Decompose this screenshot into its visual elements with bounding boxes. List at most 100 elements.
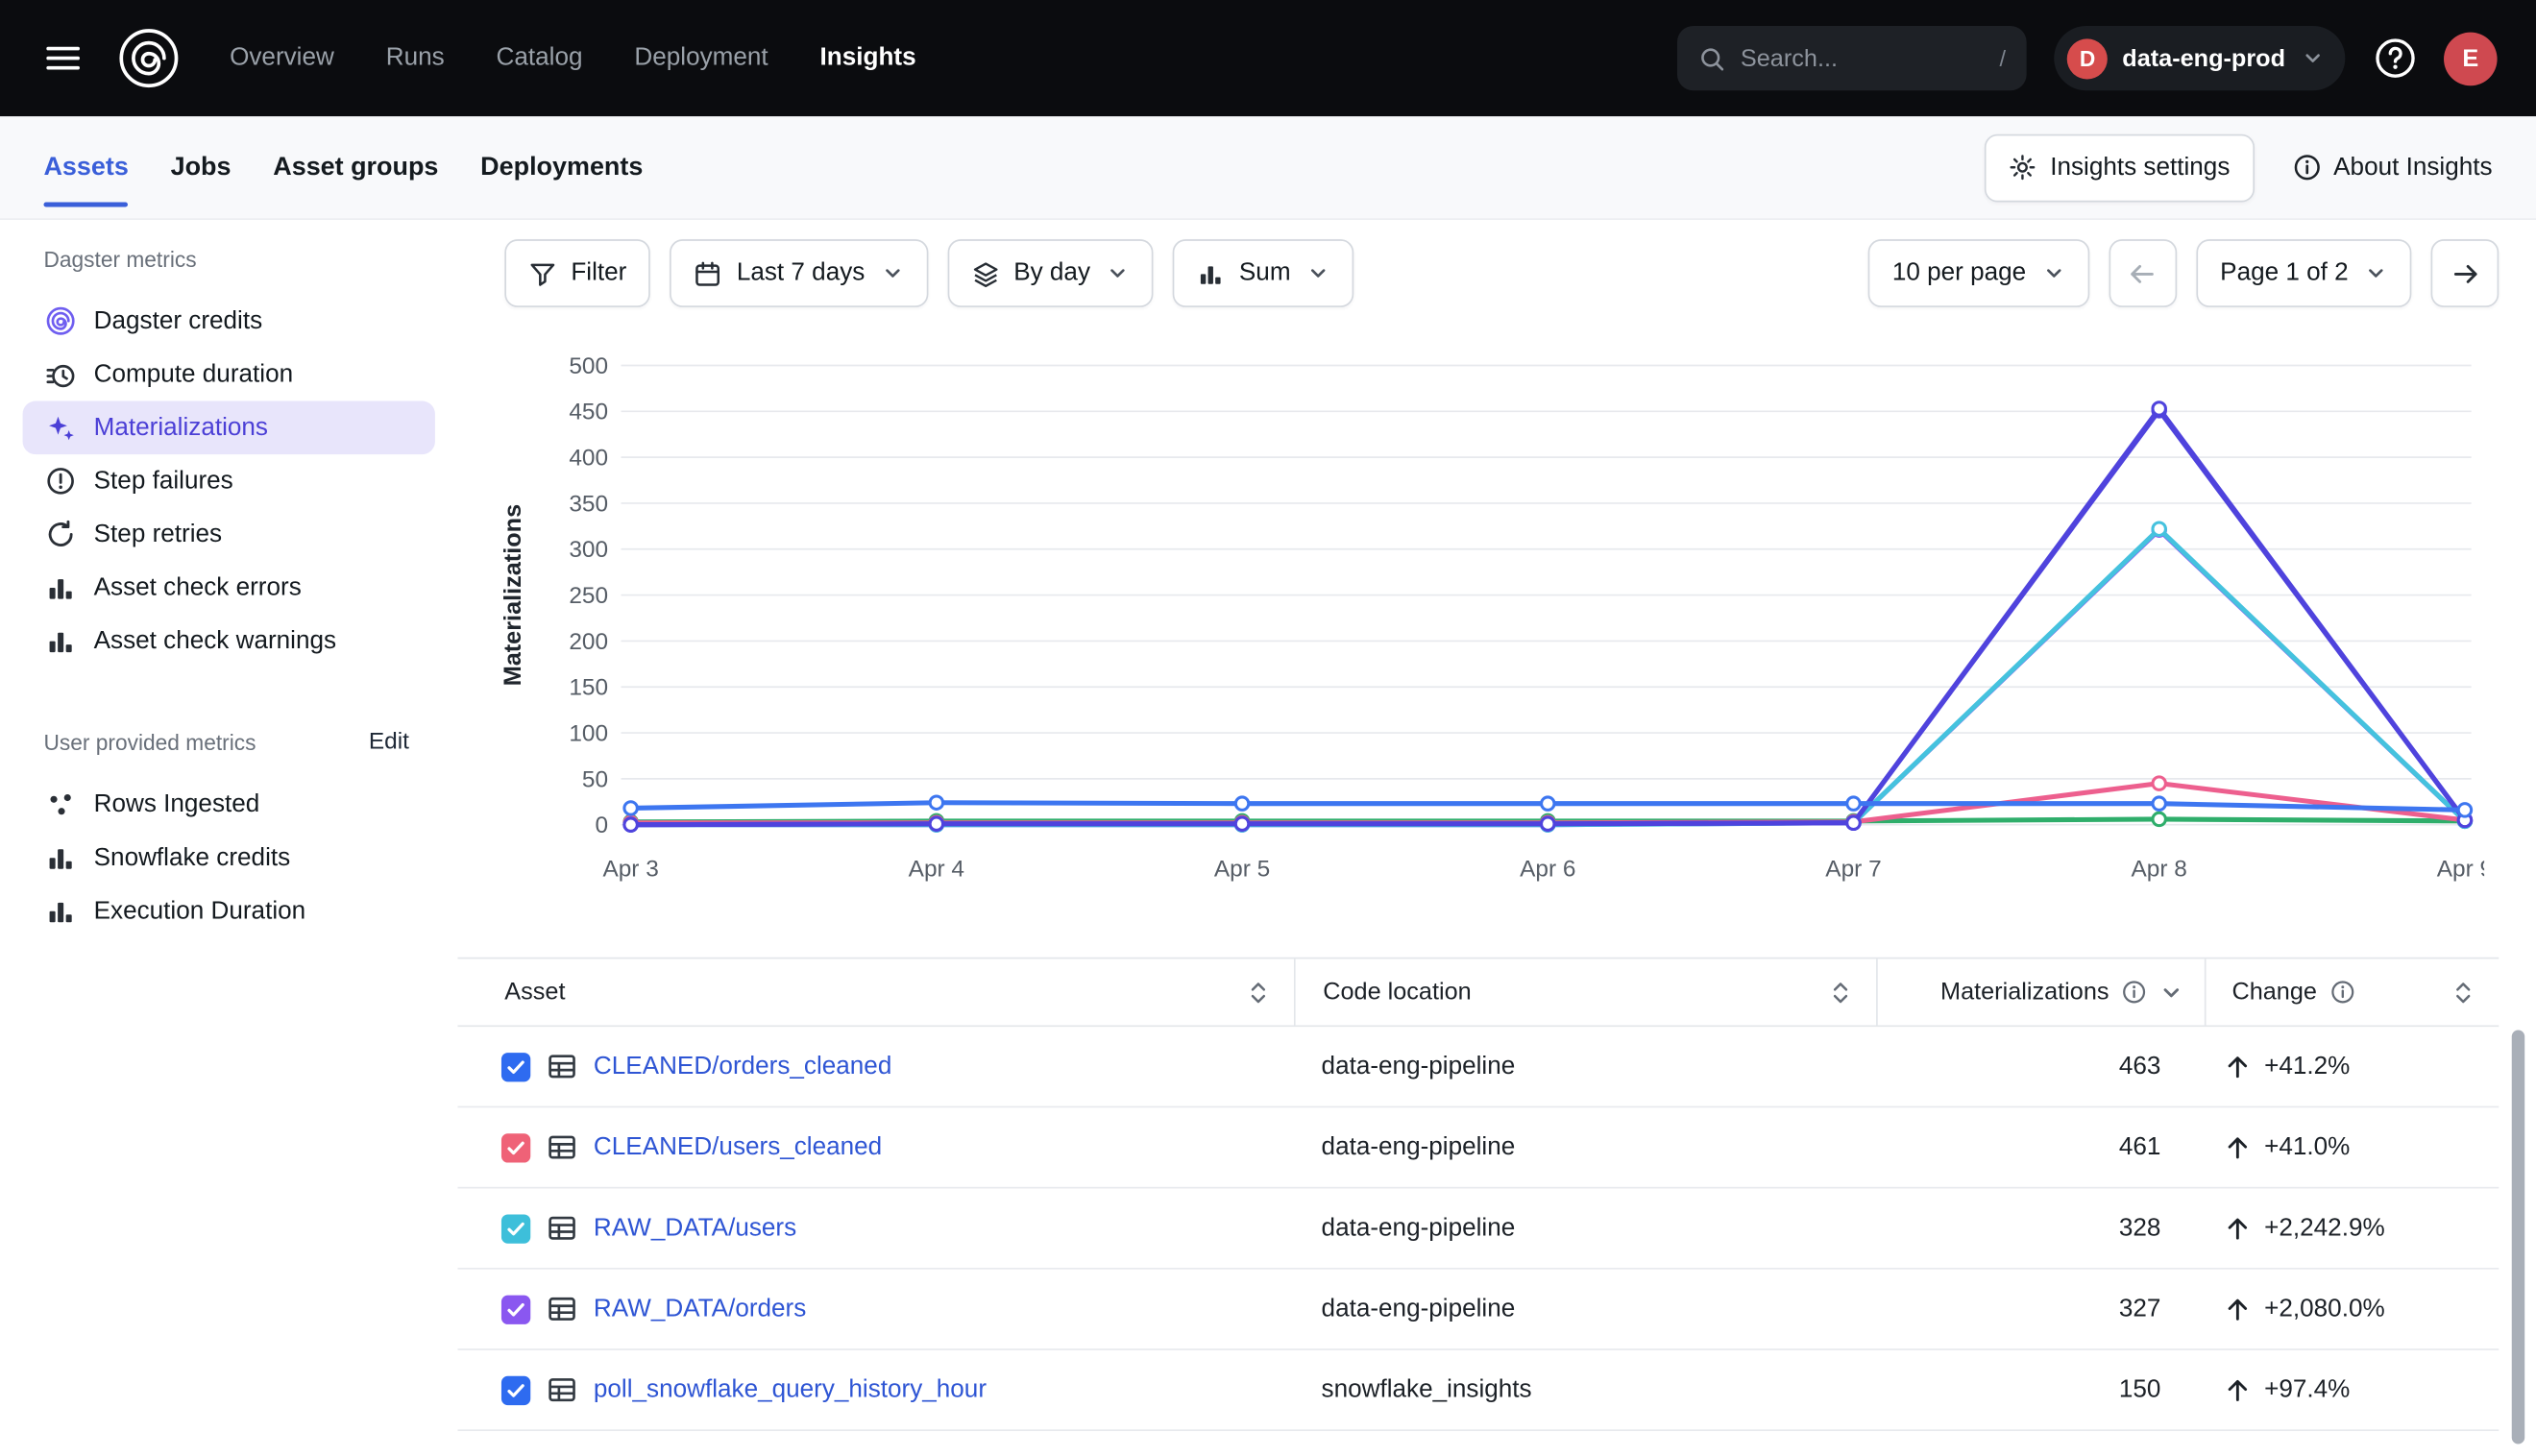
about-insights-link[interactable]: About Insights — [2293, 153, 2492, 182]
sidebar-item-materializations[interactable]: Materializations — [23, 401, 435, 455]
sidebar-item-execution-duration[interactable]: Execution Duration — [23, 885, 435, 938]
calendar-icon — [695, 259, 722, 287]
svg-text:100: 100 — [569, 720, 608, 746]
code-location-cell: data-eng-pipeline — [1294, 1214, 1876, 1243]
asset-link[interactable]: CLEANED/orders_cleaned — [594, 1052, 891, 1080]
arrow-right-icon — [2450, 258, 2480, 289]
compute-duration-icon — [45, 359, 76, 390]
filter-button[interactable]: Filter — [504, 239, 650, 307]
insights-settings-label: Insights settings — [2050, 153, 2230, 182]
tab-deployments[interactable]: Deployments — [480, 116, 643, 218]
arrow-up-icon — [2224, 1376, 2252, 1404]
toolbar: Filter Last 7 days By day Sum — [457, 239, 2536, 307]
code-location-cell: data-eng-pipeline — [1294, 1132, 1876, 1161]
nav-link-overview[interactable]: Overview — [230, 43, 334, 72]
code-location-cell: data-eng-pipeline — [1294, 1295, 1876, 1323]
sort-icon[interactable] — [1247, 979, 1271, 1005]
step-failures-icon — [45, 466, 76, 497]
page-selector-button[interactable]: Page 1 of 2 — [2196, 239, 2411, 307]
about-insights-label: About Insights — [2333, 153, 2492, 182]
aggregation-button[interactable]: Sum — [1173, 239, 1353, 307]
tab-assets[interactable]: Assets — [43, 116, 128, 218]
table-scrollbar[interactable] — [2512, 1030, 2524, 1444]
aggregation-label: Sum — [1239, 258, 1291, 287]
asset-link[interactable]: CLEANED/users_cleaned — [594, 1132, 882, 1161]
search-icon — [1698, 44, 1726, 72]
sidebar-sections: Dagster metrics Dagster creditsCompute du… — [0, 243, 457, 938]
per-page-button[interactable]: 10 per page — [1868, 239, 2089, 307]
global-search[interactable]: / — [1677, 26, 2027, 90]
nav-link-runs[interactable]: Runs — [386, 43, 445, 72]
nav-link-insights[interactable]: Insights — [820, 43, 916, 72]
materializations-cell: 328 — [1876, 1214, 2205, 1243]
nav-link-deployment[interactable]: Deployment — [634, 43, 768, 72]
per-page-label: 10 per page — [1892, 258, 2026, 287]
row-checkbox[interactable] — [501, 1214, 530, 1243]
sidebar-section-header: Dagster metrics — [0, 243, 457, 276]
prev-page-button[interactable] — [2109, 239, 2177, 307]
menu-button[interactable] — [38, 34, 87, 83]
svg-text:Materializations: Materializations — [500, 504, 526, 686]
dagster-credits-icon — [45, 305, 76, 336]
materializations-cell: 463 — [1876, 1052, 2205, 1080]
next-page-button[interactable] — [2431, 239, 2499, 307]
table-row: RAW_DATA/ordersdata-eng-pipeline327+2,08… — [457, 1270, 2499, 1350]
search-input[interactable] — [1741, 44, 1985, 72]
svg-text:Apr 8: Apr 8 — [2132, 857, 2187, 883]
table-icon — [547, 1294, 577, 1324]
tab-asset-groups[interactable]: Asset groups — [273, 116, 438, 218]
column-header-materializations[interactable]: Materializations — [1876, 959, 2205, 1025]
asset-cell: CLEANED/users_cleaned — [457, 1132, 1293, 1163]
sidebar-item-snowflake-credits[interactable]: Snowflake credits — [23, 831, 435, 885]
top-nav: OverviewRunsCatalogDeploymentInsights / … — [0, 0, 2536, 116]
table-icon — [547, 1132, 577, 1163]
column-header-change[interactable]: Change — [2205, 959, 2499, 1025]
deployment-name: data-eng-prod — [2122, 44, 2285, 72]
filter-label: Filter — [571, 258, 626, 287]
insights-settings-button[interactable]: Insights settings — [1984, 133, 2254, 202]
group-by-button[interactable]: By day — [947, 239, 1153, 307]
info-icon — [2293, 154, 2321, 182]
change-cell: +41.0% — [2205, 1132, 2499, 1161]
asset-link[interactable]: RAW_DATA/orders — [594, 1295, 806, 1323]
tab-jobs[interactable]: Jobs — [171, 116, 232, 218]
user-avatar[interactable]: E — [2444, 32, 2498, 85]
sidebar-item-step-retries[interactable]: Step retries — [23, 508, 435, 562]
table-row: CLEANED/users_cleaneddata-eng-pipeline46… — [457, 1107, 2499, 1188]
row-checkbox[interactable] — [501, 1375, 530, 1404]
question-icon — [2374, 37, 2416, 80]
sidebar-item-compute-duration[interactable]: Compute duration — [23, 348, 435, 401]
asset-link[interactable]: RAW_DATA/users — [594, 1214, 796, 1243]
sidebar-item-asset-check-errors[interactable]: Asset check errors — [23, 561, 435, 615]
chevron-down-icon[interactable] — [2159, 979, 2183, 1005]
row-checkbox[interactable] — [501, 1132, 530, 1161]
dagster-logo[interactable] — [116, 26, 181, 90]
nav-link-catalog[interactable]: Catalog — [497, 43, 583, 72]
info-icon — [2122, 980, 2146, 1004]
sort-icon[interactable] — [1829, 979, 1853, 1005]
help-button[interactable] — [2373, 36, 2416, 80]
column-header-asset[interactable]: Asset — [457, 959, 1293, 1025]
change-cell: +41.2% — [2205, 1052, 2499, 1080]
sidebar-item-dagster-credits[interactable]: Dagster credits — [23, 294, 435, 348]
svg-text:Apr 7: Apr 7 — [1825, 857, 1881, 883]
asset-table: AssetCode locationMaterializationsChange… — [457, 958, 2499, 1456]
primary-nav: Overview Runs Catalog Deployment Insights — [230, 43, 916, 72]
svg-text:Apr 5: Apr 5 — [1214, 857, 1270, 883]
column-header-code-location[interactable]: Code location — [1294, 959, 1876, 1025]
arrow-left-icon — [2127, 258, 2158, 289]
deployment-switcher[interactable]: D data-eng-prod — [2055, 26, 2346, 90]
change-cell: +97.4% — [2205, 1375, 2499, 1404]
svg-text:300: 300 — [569, 537, 608, 563]
svg-text:350: 350 — [569, 491, 608, 517]
sidebar-item-asset-check-warnings[interactable]: Asset check warnings — [23, 615, 435, 668]
sidebar-item-step-failures[interactable]: Step failures — [23, 454, 435, 508]
row-checkbox[interactable] — [501, 1295, 530, 1323]
sort-icon[interactable] — [2451, 979, 2475, 1005]
sidebar-item-rows-ingested[interactable]: Rows Ingested — [23, 778, 435, 832]
date-range-button[interactable]: Last 7 days — [671, 239, 928, 307]
edit-user-metrics-link[interactable]: Edit — [369, 729, 409, 755]
asset-link[interactable]: poll_snowflake_query_history_hour — [594, 1375, 987, 1404]
row-checkbox[interactable] — [501, 1052, 530, 1080]
menu-icon — [42, 37, 85, 80]
